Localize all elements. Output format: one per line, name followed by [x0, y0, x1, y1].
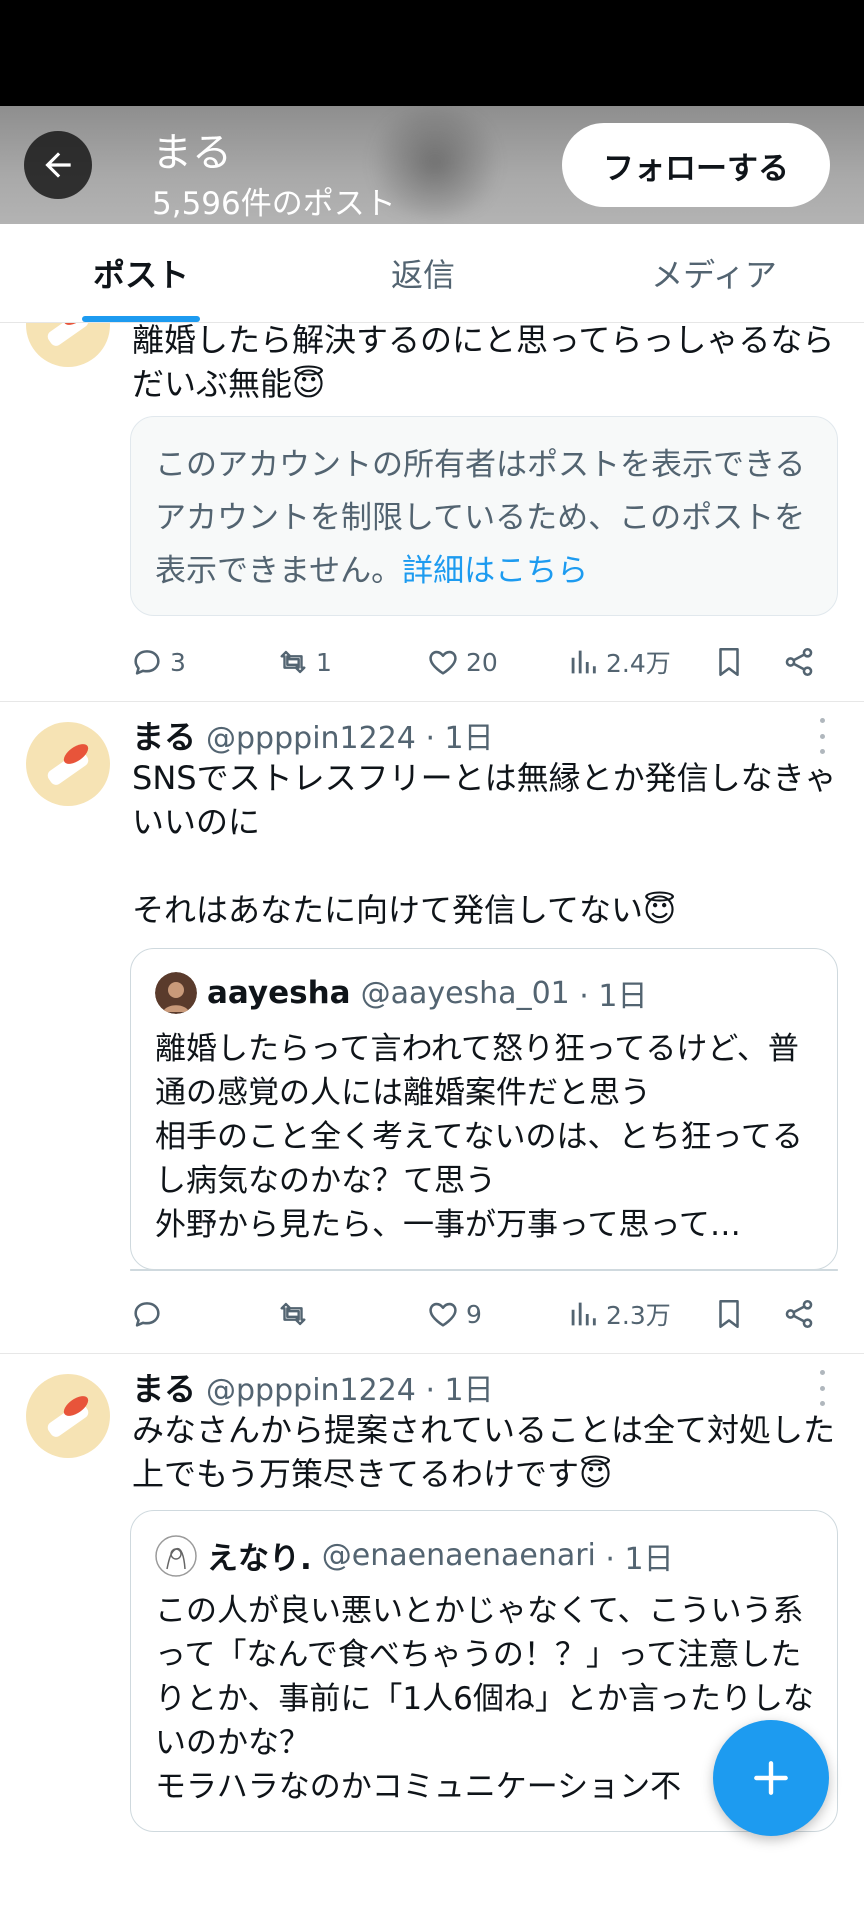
post-actions: 9 2.3万: [130, 1292, 830, 1336]
share-button[interactable]: [782, 1292, 816, 1336]
avatar[interactable]: [26, 1374, 110, 1458]
quoted-author-name: えなり.: [207, 1541, 312, 1577]
follow-button[interactable]: フォローする: [562, 123, 830, 207]
author-name[interactable]: まる: [132, 1370, 196, 1408]
author-name[interactable]: まる: [132, 718, 196, 756]
share-button[interactable]: [782, 640, 816, 684]
views-button[interactable]: 2.3万: [566, 1292, 671, 1336]
quoted-post-text: 離婚したらって言われて怒り狂ってるけど、普通の感覚の人には離婚案件だと思う 相手…: [155, 1031, 803, 1243]
tab-media[interactable]: メディア: [564, 224, 864, 322]
like-button[interactable]: 20: [426, 640, 498, 684]
post[interactable]: 離婚したら解決するのにと思ってらっしゃるならだいぶ無能😇 このアカウントの所有者…: [0, 323, 864, 701]
analytics-icon: [571, 1302, 596, 1326]
avatar[interactable]: [26, 722, 110, 806]
quoted-author-name: aayesha: [207, 975, 351, 1011]
tab-label: メディア: [651, 256, 777, 294]
author-handle[interactable]: @ppppin1224: [206, 1373, 416, 1408]
profile-name: まる: [152, 130, 232, 176]
quoted-author-handle: @enaenaenaenari: [321, 1538, 596, 1573]
avatar-sushi-icon: [47, 1396, 89, 1437]
plus-icon: [754, 1761, 788, 1795]
views-button[interactable]: 2.4万: [566, 640, 671, 684]
post-actions: 3 1 20 2.4万: [130, 640, 830, 684]
heart-icon: [429, 650, 457, 675]
more-options-icon[interactable]: [812, 1370, 832, 1406]
tab-label: ポスト: [92, 256, 189, 294]
repost-button[interactable]: [276, 1292, 316, 1336]
compose-post-button[interactable]: [713, 1720, 829, 1836]
quoted-post-time: · 1日: [605, 1541, 674, 1577]
post-time: · 1日: [425, 1373, 494, 1408]
reply-icon: [134, 650, 160, 675]
bookmark-icon: [719, 647, 739, 677]
timeline[interactable]: 離婚したら解決するのにと思ってらっしゃるならだいぶ無能😇 このアカウントの所有者…: [0, 323, 864, 1868]
avatar-sushi-icon: [47, 744, 89, 785]
analytics-icon: [571, 650, 596, 674]
avatar-sushi-icon: [47, 323, 89, 346]
profile-tabs: ポスト 返信 メディア: [0, 224, 864, 323]
tab-label: 返信: [390, 256, 455, 294]
restricted-post-notice: このアカウントの所有者はポストを表示できるアカウントを制限しているため、このポス…: [130, 416, 838, 616]
post-time: · 1日: [425, 721, 494, 756]
post-count: 5,596件のポスト: [152, 186, 396, 222]
reply-button[interactable]: 3: [130, 640, 186, 684]
status-bar: [0, 0, 864, 106]
repost-icon: [280, 650, 306, 674]
like-count: 9: [466, 1299, 482, 1329]
more-options-icon[interactable]: [812, 718, 832, 754]
arrow-left-icon: [45, 152, 71, 178]
post-header: まる @ppppin1224 · 1日: [132, 712, 494, 758]
quoted-post-header: えなり. @enaenaenaenari · 1日: [155, 1533, 674, 1578]
tab-replies[interactable]: 返信: [282, 224, 564, 322]
author-handle[interactable]: @ppppin1224: [206, 721, 416, 756]
post-text: SNSでストレスフリーとは無縁とか発信しなきゃいいのに それはあなたに向けて発信…: [132, 759, 837, 929]
quoted-author-handle: @aayesha_01: [360, 975, 570, 1011]
quoted-avatar: [155, 972, 197, 1014]
avatar[interactable]: [26, 323, 110, 367]
bookmark-button[interactable]: [712, 640, 746, 684]
repost-button[interactable]: 1: [276, 640, 332, 684]
quoted-post-time: · 1日: [579, 979, 648, 1014]
post-text: みなさんから提案されていることは全て対処した上でもう万策尽きてるわけです😇: [132, 1411, 836, 1493]
bookmark-button[interactable]: [712, 1292, 746, 1336]
heart-icon: [429, 1302, 457, 1327]
learn-more-link[interactable]: 詳細はこちら: [402, 553, 588, 589]
profile-header: まる 5,596件のポスト フォローする: [0, 106, 864, 224]
reply-count: 3: [170, 647, 186, 677]
reply-button[interactable]: [130, 1292, 170, 1336]
quoted-avatar: [155, 1534, 197, 1577]
tab-posts[interactable]: ポスト: [0, 224, 282, 322]
post-header: まる @ppppin1224 · 1日: [132, 1364, 494, 1410]
reply-icon: [134, 1302, 160, 1327]
quoted-post-header: aayesha @aayesha_01 · 1日: [155, 971, 647, 1015]
like-count: 20: [466, 647, 498, 677]
bookmark-icon: [719, 1299, 739, 1329]
active-tab-indicator: [82, 316, 200, 322]
like-button[interactable]: 9: [426, 1292, 482, 1336]
share-icon: [785, 1299, 813, 1329]
view-count: 2.3万: [606, 1301, 671, 1330]
repost-icon: [280, 1302, 306, 1326]
repost-count: 1: [316, 647, 332, 677]
back-button[interactable]: [24, 131, 92, 199]
post-text: 離婚したら解決するのにと思ってらっしゃるならだいぶ無能😇: [132, 323, 835, 403]
view-count: 2.4万: [606, 649, 671, 678]
share-icon: [785, 647, 813, 677]
quoted-post[interactable]: aayesha @aayesha_01 · 1日 離婚したらって言われて怒り狂っ…: [130, 948, 838, 1270]
